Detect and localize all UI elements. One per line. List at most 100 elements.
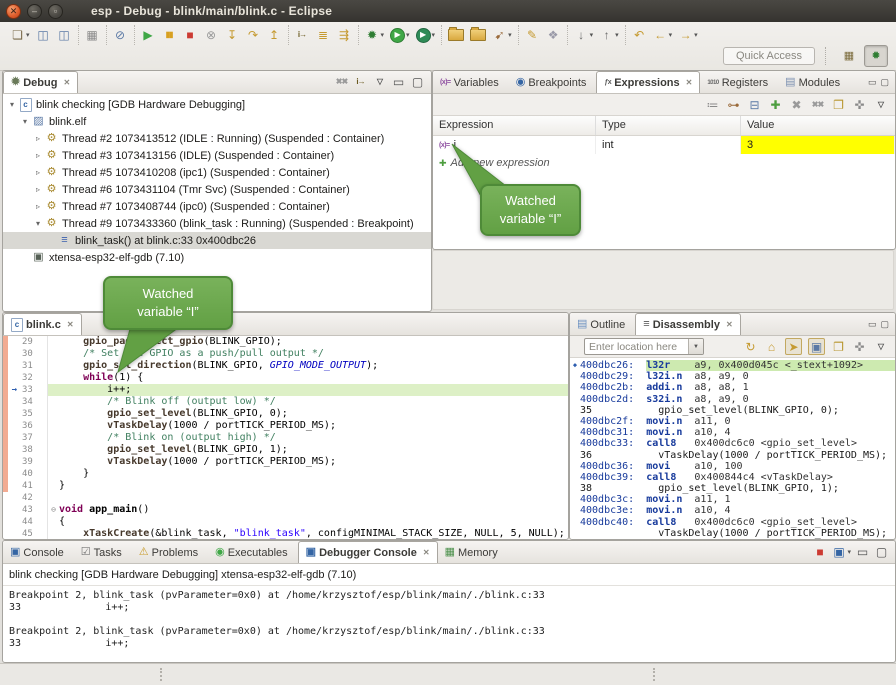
tab-variables[interactable]: (x)=Variables [433,72,509,93]
dropdown-arrow-icon[interactable]: ▾ [590,31,594,39]
new-view-button[interactable]: ❐ [829,96,848,113]
debug-launch-button[interactable]: ✹▾ [363,27,387,44]
instruction-stepping-button[interactable]: i→ [293,27,312,44]
location-input[interactable]: Enter location here [585,341,688,353]
editor-gutter[interactable]: 43 [3,504,47,516]
tab-outline[interactable]: ▤Outline [570,314,635,335]
column-expression[interactable]: Expression [433,116,596,135]
view-menu-button[interactable]: ▽ [871,96,890,113]
tab-registers[interactable]: 1010Registers [700,72,778,93]
pin-view-button[interactable]: ✜ [850,96,869,113]
refresh-view-button[interactable]: ↻ [741,338,760,355]
window-minimize-button[interactable]: – [27,4,42,19]
sync-active-context-button[interactable]: ➤ [783,337,804,356]
minimize-button[interactable]: ▭ [389,74,408,91]
column-type[interactable]: Type [596,116,741,135]
external-tools-button[interactable]: ▶▾ [414,27,438,44]
dropdown-arrow-icon[interactable]: ▾ [26,31,30,39]
drag-handle[interactable] [653,668,655,681]
tab-expressions[interactable]: ƒxExpressions✕ [596,71,700,93]
code-editor[interactable]: 29 gpio_pad_select_gpio(BLINK_GPIO);30 /… [3,336,568,540]
view-menu-button[interactable]: ▽ [370,74,389,91]
tab-disassembly[interactable]: ≡Disassembly✕ [635,313,740,335]
tree-expander-icon[interactable]: ▹ [32,134,44,143]
save-all-button[interactable]: ◫ [55,27,74,44]
editor-gutter[interactable]: 45 [3,528,47,540]
maximize-button[interactable]: ▢ [408,74,427,91]
tab-executables[interactable]: ◉Executables [208,542,298,563]
pin-view-button[interactable]: ✜ [850,338,869,355]
editor-gutter[interactable]: 37 [3,432,47,444]
console-output[interactable]: Breakpoint 2, blink_task (pvParameter=0x… [3,586,895,654]
debug-tree-row[interactable]: ▣xtensa-esp32-elf-gdb (7.10) [3,249,431,266]
close-icon[interactable]: ✕ [686,78,693,87]
editor-gutter[interactable]: 42 [3,492,47,504]
dropdown-arrow-icon[interactable]: ▾ [669,31,673,39]
next-annotation-button[interactable]: ↓▾ [572,27,596,44]
dropdown-arrow-icon[interactable]: ▾ [406,31,410,39]
tree-expander-icon[interactable]: ▹ [32,168,44,177]
tab-modules[interactable]: ▤Modules [778,72,850,93]
suspend-button[interactable]: ▮▮ [160,27,179,44]
minimize-button[interactable]: ▭ [853,544,872,561]
minimize-button[interactable]: ▭ [866,319,879,330]
last-edit-location-button[interactable]: ↶ [630,27,649,44]
combo-dropdown-icon[interactable]: ▼ [688,339,703,354]
open-perspective-button[interactable]: ▦ [838,46,860,66]
tab-debug[interactable]: ✹ Debug ✕ [3,71,78,93]
open-resource-folder-button[interactable] [468,28,488,42]
tab-console[interactable]: ▣Console [3,542,74,563]
editor-gutter[interactable]: 38 [3,444,47,456]
editor-gutter[interactable]: 35 [3,408,47,420]
quick-access-button[interactable]: Quick Access [723,47,815,65]
tree-expander-icon[interactable]: ▹ [32,202,44,211]
open-folder-button[interactable] [446,28,466,42]
debug-tree-row[interactable]: ▾cblink checking [GDB Hardware Debugging… [3,96,431,113]
tree-expander-icon[interactable]: ▹ [32,151,44,160]
debug-perspective-button[interactable]: ✹ [864,45,888,67]
editor-gutter[interactable]: 39 [3,456,47,468]
new-view-button[interactable]: ❐ [829,338,848,355]
fold-marker-icon[interactable]: ⊖ [48,504,59,516]
tab-breakpoints[interactable]: ◉Breakpoints [509,72,597,93]
disconnect-button[interactable]: ⊗ [202,27,221,44]
back-button[interactable]: ←▾ [651,27,675,44]
dropdown-arrow-icon[interactable]: ▾ [381,31,385,39]
editor-gutter[interactable]: 34 [3,396,47,408]
dropdown-arrow-icon[interactable]: ▾ [615,31,619,39]
tab-memory[interactable]: ▦Memory [438,542,508,563]
tree-expander-icon[interactable]: ▹ [32,185,44,194]
terminate-button[interactable]: ■ [181,27,200,44]
close-icon[interactable]: ✕ [63,78,70,87]
link-with-editor-button[interactable]: ❖ [544,27,563,44]
tab-tasks[interactable]: ☑Tasks [74,542,132,563]
editor-gutter[interactable]: →33 [3,384,47,396]
minimize-button[interactable]: ▭ [866,77,879,88]
step-return-button[interactable]: ↥ [265,27,284,44]
remove-all-expressions-button[interactable]: ✖✖ [808,96,827,113]
collapse-all-button[interactable]: ⊟ [745,96,764,113]
debug-tree-row[interactable]: ≡blink_task() at blink.c:33 0x400dbc26 [3,232,431,249]
window-close-button[interactable]: ✕ [6,4,21,19]
dropdown-arrow-icon[interactable]: ▾ [508,31,512,39]
flash-launch-button[interactable]: ➹▾ [490,27,514,44]
show-source-button[interactable]: ▣ [806,337,827,356]
forward-button[interactable]: →▾ [676,27,700,44]
instruction-stepping-toggle-button[interactable]: i→ [351,74,370,91]
tree-expander-icon[interactable]: ▾ [6,100,18,109]
close-icon[interactable]: ✕ [726,320,733,329]
debug-tree-row[interactable]: ▾⚙Thread #9 1073433360 (blink_task : Run… [3,215,431,232]
editor-gutter[interactable]: 44 [3,516,47,528]
location-combo[interactable]: Enter location here ▼ [584,338,704,355]
column-value[interactable]: Value [741,116,895,135]
add-expression-button[interactable]: ✚ [766,96,785,113]
remove-expression-button[interactable]: ✖ [787,96,806,113]
save-button[interactable]: ◫ [34,27,53,44]
debug-tree-row[interactable]: ▹⚙Thread #5 1073410208 (ipc1) (Suspended… [3,164,431,181]
dropdown-arrow-icon[interactable]: ▾ [694,31,698,39]
debug-tree-row[interactable]: ▹⚙Thread #7 1073408744 (ipc0) (Suspended… [3,198,431,215]
tab-debugger-console[interactable]: ▣Debugger Console✕ [298,541,438,563]
instruction-pointer-icon[interactable]: → [8,384,21,396]
show-debug-context-button[interactable]: ≣ [314,27,333,44]
maximize-button[interactable]: ▢ [878,319,891,330]
